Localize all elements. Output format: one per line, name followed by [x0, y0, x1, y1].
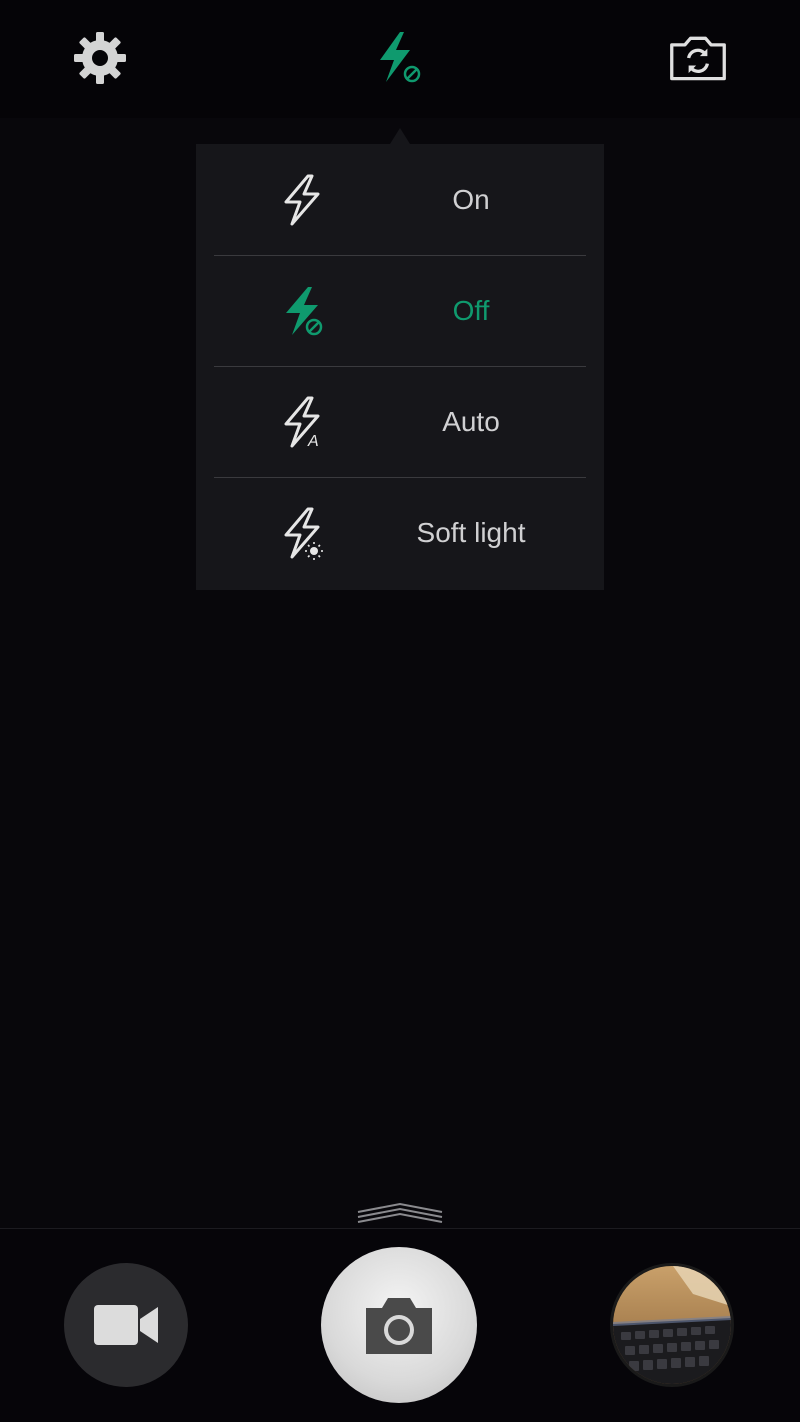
flash-option-label: Soft light [416, 516, 526, 548]
video-mode-button[interactable] [64, 1263, 188, 1387]
camera-screen: On Off A Auto Soft light [0, 0, 800, 1422]
flash-menu-pointer [390, 128, 410, 144]
settings-button[interactable] [70, 28, 130, 88]
flash-option-auto[interactable]: A Auto [196, 366, 604, 477]
chevron-up-icon[interactable] [356, 1200, 444, 1228]
camera-icon [366, 1298, 432, 1354]
flash-off-icon [380, 32, 421, 83]
camera-switch-icon [670, 36, 726, 81]
photo-thumbnail-image [613, 1266, 731, 1384]
flash-option-on[interactable]: On [196, 144, 604, 255]
flash-option-off[interactable]: Off [196, 255, 604, 366]
flash-mode-button[interactable] [370, 28, 430, 88]
top-toolbar [0, 0, 800, 118]
flash-off-icon [286, 287, 323, 336]
shutter-button[interactable] [321, 1247, 477, 1403]
video-camera-icon [94, 1305, 158, 1345]
gallery-thumbnail[interactable] [610, 1263, 734, 1387]
svg-text:A: A [307, 433, 319, 450]
flash-auto-icon: A [284, 396, 320, 450]
flash-option-label: Auto [442, 405, 500, 437]
switch-camera-button[interactable] [668, 28, 728, 88]
flash-option-label: On [452, 183, 490, 215]
flash-mode-menu: On Off A Auto Soft light [196, 144, 604, 590]
flash-on-icon [284, 174, 320, 226]
gear-icon [74, 32, 126, 84]
flash-option-soft-light[interactable]: Soft light [196, 477, 604, 588]
flash-option-label: Off [452, 294, 490, 326]
flash-soft-light-icon [284, 507, 323, 560]
